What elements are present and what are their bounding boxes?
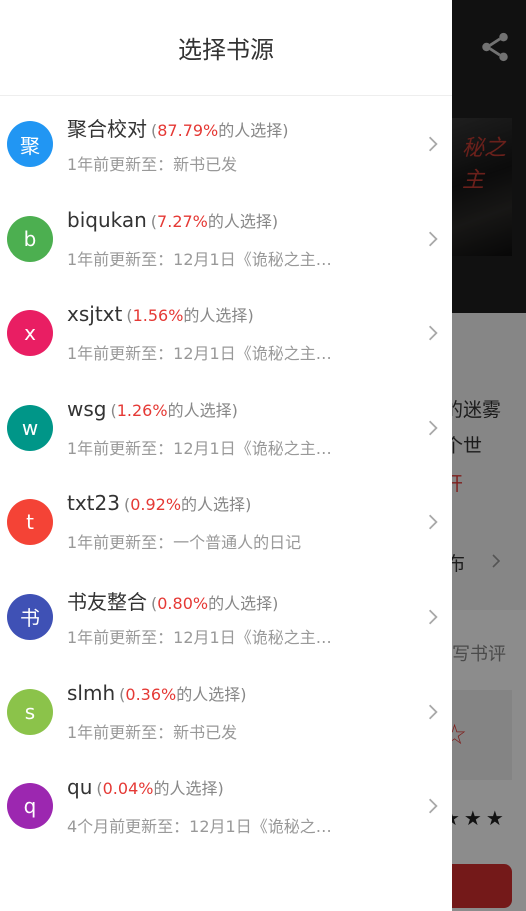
chevron-right-icon — [428, 136, 438, 152]
source-stat-suffix: 的人选择 — [183, 306, 248, 326]
source-selection-stat: (7.27%的人选择) — [150, 211, 279, 231]
source-avatar: s — [7, 688, 53, 735]
source-selection-stat: (1.56%的人选择) — [126, 306, 254, 326]
source-name: 聚合校对 — [67, 117, 147, 141]
source-latest-update: 1年前更新至：新书已发 — [67, 722, 238, 742]
source-list: 聚 聚合校对 (87.79%的人选择) 1年前更新至：新书已发 b biqukan… — [0, 97, 452, 854]
source-name: wsg — [67, 396, 107, 421]
source-name: 书友整合 — [67, 589, 147, 614]
source-avatar: x — [7, 310, 53, 357]
source-latest-update: 1年前更新至：一个普通人的日记 — [67, 533, 302, 553]
chevron-right-icon — [428, 704, 438, 719]
source-stat-suffix: 的人选择 — [167, 400, 232, 420]
source-row[interactable]: x xsjtxt(1.56%的人选择) 1年前更新至：12月1日《诡秘之主》作者… — [0, 286, 452, 381]
source-avatar: q — [7, 783, 53, 830]
source-row[interactable]: w wsg(1.26%的人选择) 1年前更新至：12月1日《诡秘之主》作者有话说 — [0, 381, 452, 476]
source-selection-stat: (87.79%的人选择) — [151, 121, 289, 140]
source-row[interactable]: t txt23 (0.92%的人选择) 1年前更新至：一个普通人的日记 — [0, 475, 452, 570]
source-name-line: qu (0.04%的人选择) — [67, 775, 224, 799]
chevron-right-icon — [428, 514, 438, 530]
source-row[interactable]: 书 书友整合(0.80%的人选择) 1年前更新至：12月1日《诡秘之主》作者有话… — [0, 570, 452, 665]
source-stat-suffix: 的人选择 — [207, 211, 272, 231]
source-stat-suffix: 的人选择 — [181, 495, 246, 515]
source-stat-suffix: 的人选择 — [208, 593, 273, 613]
source-latest-update: 1年前更新至：12月1日《诡秘之主》作者有话说 — [67, 249, 337, 269]
source-name: xsjtxt — [67, 302, 123, 327]
source-avatar: b — [7, 215, 53, 262]
source-avatar: 聚 — [7, 121, 53, 167]
source-avatar: 书 — [7, 593, 53, 640]
source-name-line: xsjtxt (1.56%的人选择) — [67, 302, 254, 326]
source-row[interactable]: 聚 聚合校对 (87.79%的人选择) 1年前更新至：新书已发 — [0, 97, 452, 192]
source-name: slmh — [67, 680, 116, 705]
source-selection-stat: (0.80%的人选择) — [151, 593, 279, 613]
source-name: qu — [67, 775, 93, 800]
source-row[interactable]: s slmh (0.36%的人选择) 1年前更新至：新书已发 — [0, 665, 452, 760]
source-name-line: 聚合校对 (87.79%的人选择) — [67, 113, 289, 142]
source-percent: 7.27% — [157, 211, 208, 231]
source-name-line: txt23 (0.92%的人选择) — [67, 491, 251, 515]
source-percent: 0.92% — [130, 495, 182, 515]
source-selection-stat: (0.92%的人选择) — [123, 495, 252, 515]
source-row[interactable]: b biqukan(7.27%的人选择) 1年前更新至：12月1日《诡秘之主》作… — [0, 192, 452, 287]
source-avatar: w — [7, 404, 53, 451]
source-selection-stat: (0.36%的人选择) — [119, 684, 247, 704]
source-name-line: wsg (1.26%的人选择) — [67, 397, 238, 421]
source-name: txt23 — [67, 491, 120, 516]
source-percent: 87.79% — [157, 121, 219, 140]
chevron-right-icon — [428, 325, 438, 341]
source-name-line: slmh (0.36%的人选择) — [67, 681, 246, 705]
source-stat-suffix: 的人选择 — [153, 779, 218, 799]
source-selection-stat: (1.26%的人选择) — [110, 400, 238, 420]
source-selection-stat: (0.04%的人选择) — [96, 779, 224, 799]
source-percent: 0.04% — [102, 779, 154, 799]
source-stat-suffix: 的人选择 — [176, 684, 241, 704]
source-avatar: t — [7, 499, 53, 546]
source-name-line: biqukan (7.27%的人选择) — [67, 208, 278, 232]
source-latest-update: 1年前更新至：12月1日《诡秘之主》作者有话说 — [67, 627, 337, 647]
source-drawer: 选择书源 聚 聚合校对 (87.79%的人选择) 1年前更新至：新书已发 b bi… — [0, 0, 452, 911]
chevron-right-icon — [428, 798, 438, 814]
source-name: biqukan — [67, 207, 147, 232]
source-stat-suffix: 的人选择 — [218, 121, 283, 140]
source-percent: 1.56% — [132, 306, 184, 326]
chevron-right-icon — [428, 609, 438, 625]
source-latest-update: 1年前更新至：12月1日《诡秘之主》作者有话说 — [67, 438, 337, 458]
drawer-title: 选择书源 — [0, 0, 452, 96]
source-percent: 0.36% — [125, 684, 177, 704]
chevron-right-icon — [428, 231, 438, 246]
source-latest-update: 4个月前更新至：12月1日《诡秘之主》作者有话说 — [67, 817, 337, 837]
source-name-line: 书友整合 (0.80%的人选择) — [67, 586, 278, 615]
source-row[interactable]: q qu(0.04%的人选择) 4个月前更新至：12月1日《诡秘之主》作者有话说 — [0, 759, 452, 854]
source-latest-update: 1年前更新至：新书已发 — [67, 155, 238, 174]
chevron-right-icon — [428, 420, 438, 436]
source-percent: 0.80% — [157, 593, 209, 613]
source-percent: 1.26% — [116, 400, 168, 420]
source-latest-update: 1年前更新至：12月1日《诡秘之主》作者有话说 — [67, 344, 337, 364]
